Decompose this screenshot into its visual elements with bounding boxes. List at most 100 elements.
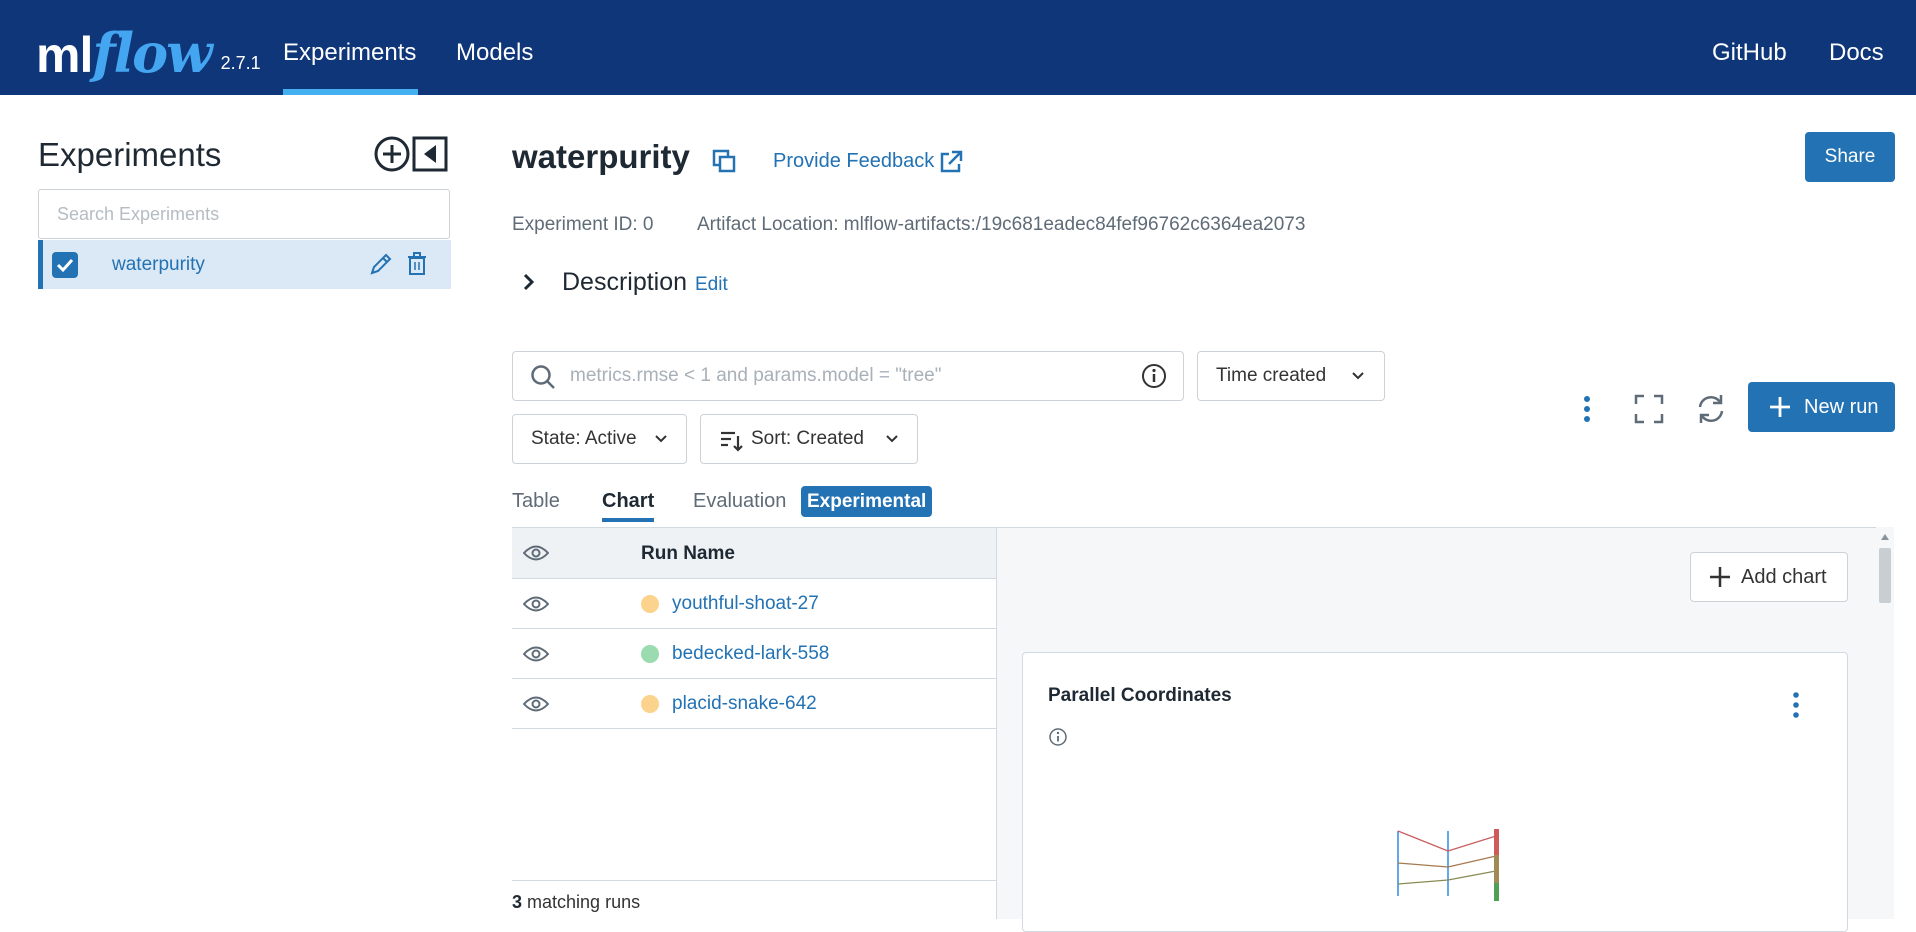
pc-line-2b: [1447, 855, 1497, 868]
matching-runs-footer: 3 matching runs: [512, 880, 996, 919]
experiment-title: waterpurity: [512, 138, 690, 175]
chevron-right-icon: [523, 273, 535, 291]
experiment-id: Experiment ID: 0: [512, 214, 654, 235]
chevron-down-icon: [886, 435, 898, 443]
pc-line-1: [1397, 830, 1449, 852]
collapse-left-icon: [412, 136, 448, 172]
plus-circle-icon: [374, 136, 410, 172]
top-navigation-bar: ml flow 2.7.1 Experiments Models GitHub …: [0, 0, 1916, 95]
refresh-icon: [1698, 395, 1724, 423]
pc-line-2: [1397, 862, 1449, 868]
collapse-sidebar-button[interactable]: [412, 136, 448, 172]
add-chart-label: Add chart: [1741, 566, 1827, 588]
run-name-link[interactable]: youthful-shoat-27: [672, 579, 819, 629]
run-name-column-header[interactable]: Run Name: [641, 528, 735, 579]
description-expand-toggle[interactable]: [520, 270, 538, 294]
nav-models[interactable]: Models: [456, 0, 533, 95]
search-experiments-input[interactable]: Search Experiments: [38, 189, 450, 239]
chevron-down-icon: [1352, 372, 1364, 380]
run-search-placeholder: metrics.rmse < 1 and params.model = "tre…: [570, 365, 942, 386]
experiment-name[interactable]: waterpurity: [112, 240, 205, 289]
table-row[interactable]: placid-snake-642: [512, 679, 996, 729]
time-created-label: Time created: [1216, 365, 1327, 386]
pc-colorbar-mid: [1494, 855, 1499, 883]
info-icon[interactable]: [1048, 727, 1068, 747]
search-icon: [531, 365, 555, 389]
eye-icon[interactable]: [523, 695, 549, 713]
run-name-link[interactable]: bedecked-lark-558: [672, 629, 829, 679]
eye-icon[interactable]: [523, 645, 549, 663]
fullscreen-icon: [1634, 394, 1664, 424]
experiment-checkbox[interactable]: [52, 252, 78, 278]
sidebar-title: Experiments: [38, 136, 222, 173]
logo-ml-text: ml: [36, 27, 93, 83]
plus-icon: [1770, 397, 1790, 417]
fullscreen-button[interactable]: [1632, 392, 1666, 426]
new-run-button[interactable]: New run: [1748, 382, 1895, 432]
parallel-coordinates-card: Parallel Coordinates: [1022, 652, 1848, 932]
logo-flow-text: flow: [92, 21, 212, 85]
chevron-down-icon: [655, 435, 667, 443]
create-experiment-button[interactable]: [374, 136, 410, 172]
sort-icon: [721, 431, 743, 452]
new-run-label: New run: [1804, 396, 1879, 418]
parallel-coordinates-plot: [1397, 829, 1499, 901]
checkmark-icon: [56, 258, 74, 273]
eye-icon[interactable]: [523, 595, 549, 613]
scroll-up-arrow-icon[interactable]: [1879, 532, 1891, 542]
eye-icon[interactable]: [523, 544, 549, 562]
run-color-dot[interactable]: [641, 595, 659, 613]
nav-github-link[interactable]: GitHub: [1712, 0, 1787, 95]
run-name-link[interactable]: placid-snake-642: [672, 679, 817, 729]
pc-line-3b: [1447, 870, 1497, 881]
run-color-dot[interactable]: [641, 695, 659, 713]
refresh-button[interactable]: [1694, 392, 1728, 426]
runs-table: Run Name youthful-shoat-27 bedecked-lark-…: [512, 527, 996, 919]
artifact-location: Artifact Location: mlflow-artifacts:/19c…: [697, 214, 1306, 235]
pc-line-1b: [1447, 835, 1497, 852]
version-label: 2.7.1: [220, 53, 261, 73]
matching-runs-count: 3: [512, 892, 523, 912]
copy-experiment-name-button[interactable]: [712, 149, 736, 173]
delete-experiment-button[interactable]: [407, 252, 427, 276]
sort-label: Sort: Created: [751, 428, 864, 449]
pencil-icon: [370, 253, 392, 275]
state-dropdown[interactable]: State: Active: [512, 414, 687, 464]
pc-colorbar-bottom: [1494, 883, 1499, 901]
tab-table[interactable]: Table: [512, 490, 560, 513]
info-icon[interactable]: [1141, 363, 1167, 389]
pc-colorbar-top: [1494, 829, 1499, 855]
plus-icon: [1710, 567, 1730, 587]
copy-icon: [712, 149, 736, 173]
chart-card-title: Parallel Coordinates: [1048, 685, 1232, 706]
kebab-menu-icon: [1584, 396, 1590, 422]
share-button[interactable]: Share: [1805, 132, 1895, 182]
experiment-list-item[interactable]: waterpurity: [38, 240, 451, 289]
external-link-icon[interactable]: [939, 150, 963, 174]
time-created-dropdown[interactable]: Time created: [1197, 351, 1385, 401]
matching-runs-label: matching runs: [527, 892, 641, 912]
runs-table-header: Run Name: [512, 528, 996, 579]
nav-experiments[interactable]: Experiments: [283, 0, 418, 95]
mlflow-logo[interactable]: ml flow 2.7.1: [36, 14, 261, 80]
sort-dropdown[interactable]: Sort: Created: [700, 414, 918, 464]
table-row[interactable]: youthful-shoat-27: [512, 579, 996, 629]
edit-experiment-button[interactable]: [368, 251, 394, 277]
run-color-dot[interactable]: [641, 645, 659, 663]
tab-chart[interactable]: Chart: [602, 490, 655, 522]
state-label: State: Active: [531, 428, 637, 449]
experimental-badge: Experimental: [801, 486, 933, 517]
run-search-input[interactable]: metrics.rmse < 1 and params.model = "tre…: [512, 351, 1184, 401]
more-options-button[interactable]: [1570, 392, 1604, 426]
table-row[interactable]: bedecked-lark-558: [512, 629, 996, 679]
provide-feedback-link[interactable]: Provide Feedback: [773, 150, 934, 173]
description-label[interactable]: Description: [562, 268, 687, 297]
tab-evaluation[interactable]: Evaluation: [693, 490, 786, 513]
chart-menu-kebab-icon[interactable]: [1791, 691, 1801, 719]
add-chart-button[interactable]: Add chart: [1690, 552, 1848, 602]
description-edit-link[interactable]: Edit: [695, 274, 728, 296]
scrollbar-thumb[interactable]: [1879, 548, 1891, 603]
pc-line-3: [1397, 879, 1449, 885]
nav-docs-link[interactable]: Docs: [1829, 0, 1884, 95]
trash-icon: [408, 252, 426, 275]
